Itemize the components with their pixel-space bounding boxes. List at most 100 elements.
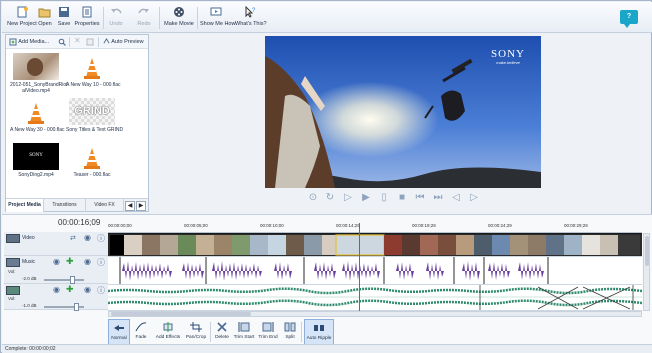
app-window: New Project Open Save Properties Undo Re…	[0, 0, 652, 353]
tab-scroll-left-icon[interactable]: ◀	[125, 201, 135, 211]
go-to-start-icon[interactable]: ⏮	[414, 192, 426, 204]
media-item[interactable]: Teaser - 000.flac	[66, 143, 118, 178]
go-to-end-icon[interactable]: ⏭	[432, 192, 444, 204]
track-lock-icon[interactable]: ⓘ	[97, 285, 105, 296]
delete-button[interactable]: Delete	[213, 319, 231, 345]
scrollbar-thumb[interactable]	[645, 236, 649, 266]
audio-track-lane[interactable]	[108, 285, 642, 311]
slider-knob[interactable]	[74, 303, 79, 311]
redo-label: Redo	[137, 21, 151, 27]
track-mute-icon[interactable]: ◉	[53, 257, 60, 266]
video-preview[interactable]: SONY make.believe	[265, 36, 541, 188]
help-chat-button[interactable]: ?	[620, 10, 638, 28]
music-volume-slider[interactable]	[44, 276, 84, 284]
make-movie-button[interactable]: Make Movie	[164, 6, 194, 32]
track-solo-icon[interactable]: ◉	[84, 285, 91, 294]
tab-scroll-right-icon[interactable]: ▶	[136, 201, 146, 211]
audio-volume-slider[interactable]	[44, 303, 84, 311]
vlc-cone-icon	[69, 53, 115, 80]
pause-icon[interactable]: ▯	[378, 192, 390, 204]
video-fx-icon[interactable]: ⇄	[70, 234, 76, 242]
sony-watermark: SONY make.believe	[491, 48, 525, 65]
open-button[interactable]: Open	[38, 6, 52, 32]
remove-media-icon[interactable]: ✕	[74, 36, 81, 45]
scrollbar-thumb[interactable]	[111, 312, 251, 316]
undo-label: Undo	[109, 21, 123, 27]
whats-this-button[interactable]: ? What's This?	[235, 6, 267, 32]
properties-button[interactable]: Properties	[74, 6, 100, 32]
slider-knob[interactable]	[70, 276, 75, 284]
add-effect-icon[interactable]: ✚	[66, 284, 74, 295]
track-solo-icon[interactable]: ⓘ	[97, 233, 105, 244]
media-item[interactable]: A New Way 10 - 000.flac	[66, 53, 121, 88]
split-button[interactable]: Split	[281, 319, 299, 345]
track-lock-icon[interactable]: ⓘ	[97, 257, 105, 268]
properties-label: Properties	[74, 21, 100, 27]
toolbar-divider	[197, 7, 198, 29]
toolbar-divider	[159, 7, 160, 29]
media-item[interactable]: 2012-051_SonyBrandRiot alVideo.mp4	[10, 53, 68, 94]
music-track-lane[interactable]	[108, 257, 642, 285]
audio-track-header[interactable]: ◉ ✚ ◉ ⓘ Vol: -1.0 dB	[4, 284, 108, 311]
save-button[interactable]: Save	[57, 6, 71, 32]
add-media-icon	[9, 38, 17, 46]
crop-icon	[190, 322, 202, 332]
track-mute-icon[interactable]: ◉	[53, 285, 60, 294]
stop-icon[interactable]: ■	[396, 192, 408, 204]
auto-ripple-button[interactable]: Auto Ripple	[304, 319, 334, 345]
help-badge-label: ?	[626, 13, 632, 20]
music-track-header[interactable]: Music ◉ ✚ ◉ ⓘ Vol: -2.0 dB	[4, 256, 108, 284]
whats-this-label: What's This?	[235, 21, 267, 27]
playhead-cursor[interactable]	[359, 223, 360, 313]
add-effects-button[interactable]: Add Effects	[154, 319, 182, 345]
track-solo-icon[interactable]: ◉	[84, 257, 91, 266]
media-item[interactable]: SONY SonyDing2.mp4	[10, 143, 62, 178]
media-item[interactable]: A New Way 30 - 000.flac	[10, 98, 65, 133]
tab-project-media[interactable]: Project Media	[6, 199, 44, 212]
video-track-icon	[6, 234, 20, 243]
undo-button[interactable]: Undo	[108, 6, 124, 32]
add-media-label: Add Media...	[18, 39, 50, 45]
ruler-label: 00:00:10;00	[260, 223, 284, 228]
fade-icon	[135, 322, 147, 332]
track-name: Video	[22, 235, 35, 241]
play-icon[interactable]: ▶	[360, 192, 372, 204]
redo-button[interactable]: Redo	[136, 6, 152, 32]
timeline-horizontal-scrollbar[interactable]	[108, 311, 642, 317]
trim-start-icon	[238, 322, 250, 332]
music-track-icon	[6, 258, 20, 267]
trim-start-button[interactable]: Trim Start	[233, 319, 255, 345]
record-icon[interactable]: ⊙	[307, 192, 319, 204]
video-track-header[interactable]: Video ⇄ ◉ ⓘ	[4, 232, 108, 256]
new-project-button[interactable]: New Project	[6, 6, 38, 32]
ruler-label: 00:00:14;29	[336, 223, 360, 228]
add-media-button[interactable]: Add Media...	[9, 37, 49, 47]
pan-crop-button[interactable]: Pan/Crop	[184, 319, 208, 345]
media-item[interactable]: GRIND Sony Titles & Text GRIND	[66, 98, 123, 133]
time-ruler[interactable]: 00:00:00;00 00:00:05;00 00:00:10;00 00:0…	[108, 223, 642, 233]
timeline-vertical-scrollbar[interactable]	[643, 233, 650, 311]
open-folder-icon	[38, 8, 51, 18]
search-icon[interactable]	[58, 38, 66, 46]
fade-button[interactable]: Fade	[132, 319, 150, 345]
media-properties-icon[interactable]	[86, 38, 94, 46]
ruler-label: 00:00:29;29	[564, 223, 588, 228]
new-project-icon	[17, 6, 28, 18]
edit-toolbar-divider	[210, 322, 211, 342]
loop-icon[interactable]: ↻	[324, 192, 336, 204]
trim-end-button[interactable]: Trim End	[257, 319, 279, 345]
add-effect-icon[interactable]: ✚	[66, 256, 74, 267]
show-me-how-button[interactable]: Show Me How	[200, 6, 235, 32]
auto-preview-button[interactable]: Auto Preview	[103, 37, 144, 47]
track-mute-icon[interactable]: ◉	[84, 233, 91, 242]
tab-transitions[interactable]: Transitions	[44, 199, 86, 212]
preview-area: SONY make.believe ⊙ ↻ ▷ ▶ ▯ ■ ⏮ ⏭ ◁ ▷	[153, 34, 649, 212]
project-media-panel: Add Media... ✕ Auto Preview 2012-051_Son…	[5, 34, 149, 212]
tab-video-fx[interactable]: Video FX	[86, 199, 124, 212]
delete-x-icon	[217, 322, 227, 332]
video-track-lane[interactable]	[108, 233, 642, 257]
next-frame-icon[interactable]: ▷	[468, 192, 480, 204]
play-from-start-icon[interactable]: ▷	[342, 192, 354, 204]
normal-edit-button[interactable]: Normal	[108, 319, 130, 345]
previous-frame-icon[interactable]: ◁	[450, 192, 462, 204]
